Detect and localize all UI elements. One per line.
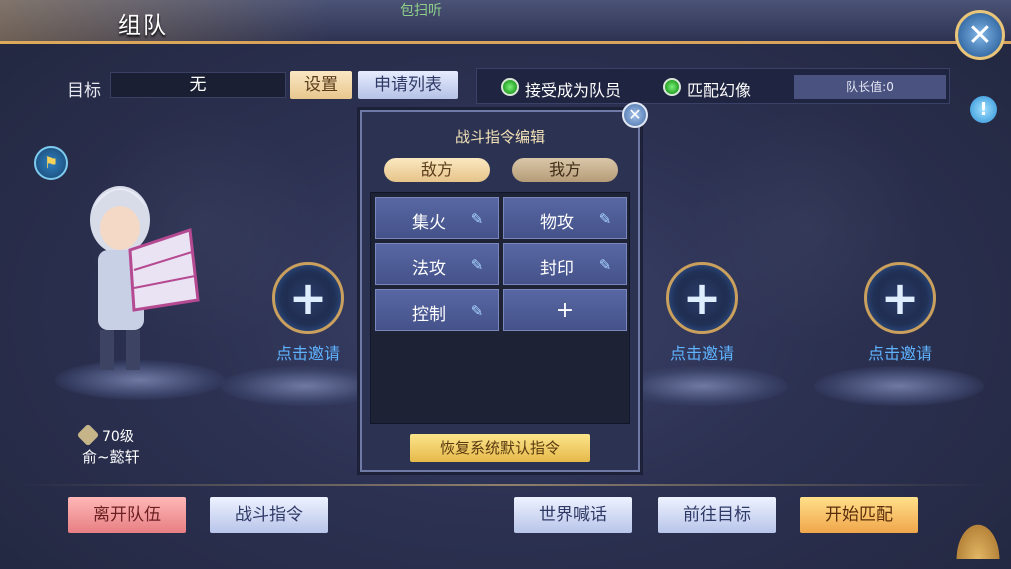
- tab-enemy[interactable]: 敌方: [384, 158, 490, 182]
- leader-value: 队长值:0: [794, 75, 946, 99]
- command-label: 控制: [412, 305, 446, 325]
- pencil-icon[interactable]: ✎: [596, 210, 614, 228]
- command-label: 集火: [412, 213, 446, 233]
- dialog-close-button[interactable]: ✕: [622, 102, 648, 128]
- close-panel-button[interactable]: ✕: [955, 10, 1005, 60]
- command-item[interactable]: 集火 ✎: [375, 197, 499, 239]
- command-item[interactable]: 封印 ✎: [503, 243, 627, 285]
- world-shout-button[interactable]: 世界喊话: [514, 497, 632, 533]
- add-command-button[interactable]: +: [503, 289, 627, 331]
- options-panel: 接受成为队员 匹配幻像 队长值:0: [476, 68, 950, 104]
- plus-icon[interactable]: +: [864, 262, 936, 334]
- pedestal: [814, 366, 984, 406]
- fan-decoration: [953, 519, 1003, 559]
- level-icon: [76, 423, 100, 447]
- invite-slot[interactable]: + 点击邀请: [268, 262, 348, 364]
- info-icon: !: [979, 99, 988, 120]
- restore-default-button[interactable]: 恢复系统默认指令: [410, 434, 590, 462]
- accept-member-label: 接受成为队员: [525, 81, 622, 100]
- apply-list-button[interactable]: 申请列表: [358, 71, 458, 99]
- bottom-divider: [20, 484, 990, 486]
- invite-label[interactable]: 点击邀请: [860, 340, 940, 364]
- invite-label[interactable]: 点击邀请: [268, 340, 348, 364]
- close-icon: ✕: [967, 17, 993, 53]
- battle-command-button[interactable]: 战斗指令: [210, 497, 328, 533]
- battle-command-dialog: 战斗指令编辑 敌方 我方 集火 ✎ 物攻 ✎ 法攻 ✎ 封印 ✎ 控制 ✎ + …: [360, 110, 640, 472]
- page-title: 组队: [118, 13, 168, 39]
- start-match-button[interactable]: 开始匹配: [800, 497, 918, 533]
- level-text: 70级: [102, 429, 134, 445]
- target-label: 目标: [67, 81, 101, 101]
- pencil-icon[interactable]: ✎: [596, 256, 614, 274]
- leader-flag-icon[interactable]: ⚑: [34, 146, 68, 180]
- pencil-icon[interactable]: ✎: [468, 210, 486, 228]
- pencil-icon[interactable]: ✎: [468, 302, 486, 320]
- pedestal: [618, 366, 788, 406]
- info-button[interactable]: !: [970, 96, 997, 123]
- goto-target-button[interactable]: 前往目标: [658, 497, 776, 533]
- settings-button[interactable]: 设置: [290, 71, 352, 99]
- match-phantom-label: 匹配幻像: [687, 81, 752, 100]
- command-label: 物攻: [540, 213, 574, 233]
- title-bar: 组队 包扫听: [0, 0, 1011, 44]
- match-phantom-radio[interactable]: [663, 78, 681, 96]
- command-item[interactable]: 法攻 ✎: [375, 243, 499, 285]
- plus-icon[interactable]: +: [666, 262, 738, 334]
- invite-label[interactable]: 点击邀请: [662, 340, 742, 364]
- invite-slot[interactable]: + 点击邀请: [662, 262, 742, 364]
- invite-slot[interactable]: + 点击邀请: [860, 262, 940, 364]
- command-grid: 集火 ✎ 物攻 ✎ 法攻 ✎ 封印 ✎ 控制 ✎ +: [370, 192, 630, 424]
- member-name: 俞~懿轩: [82, 448, 140, 466]
- command-label: 封印: [540, 259, 574, 279]
- command-item[interactable]: 物攻 ✎: [503, 197, 627, 239]
- close-icon: ✕: [628, 105, 642, 124]
- command-item[interactable]: 控制 ✎: [375, 289, 499, 331]
- character-avatar[interactable]: [70, 160, 210, 390]
- tab-ally[interactable]: 我方: [512, 158, 618, 182]
- target-value-field[interactable]: 无: [110, 72, 286, 98]
- top-overlay-text: 包扫听: [400, 3, 442, 19]
- command-label: 法攻: [412, 259, 446, 279]
- accept-member-radio[interactable]: [501, 78, 519, 96]
- member-level: 70级: [76, 423, 134, 447]
- pencil-icon[interactable]: ✎: [468, 256, 486, 274]
- leave-team-button[interactable]: 离开队伍: [68, 497, 186, 533]
- dialog-title: 战斗指令编辑: [454, 128, 545, 146]
- plus-icon[interactable]: +: [272, 262, 344, 334]
